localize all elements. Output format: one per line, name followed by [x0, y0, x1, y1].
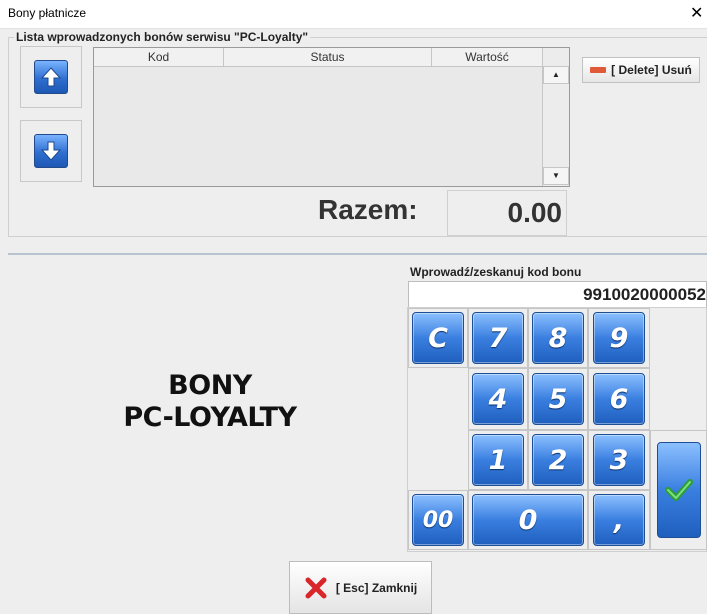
key-6[interactable]: 6 — [593, 373, 645, 425]
column-header-status[interactable]: Status — [224, 48, 432, 66]
minus-icon — [590, 67, 607, 73]
move-down-button[interactable] — [34, 134, 68, 168]
move-up-button[interactable] — [34, 60, 68, 94]
close-dialog-button[interactable]: [ Esc] Zamknij — [289, 561, 432, 614]
brand-line-1: BONY — [168, 370, 252, 401]
voucher-table[interactable]: Kod Status Wartość ▲ ▼ — [93, 47, 570, 187]
code-input-legend: Wprowadź/zeskanuj kod bonu — [410, 265, 582, 279]
key-3[interactable]: 3 — [593, 434, 645, 486]
move-down-cell — [20, 120, 82, 182]
brand-logo-text: BONY PC-LOYALTY — [80, 370, 340, 434]
total-label: Razem: — [318, 194, 418, 225]
brand-line-2: PC-LOYALTY — [123, 402, 297, 433]
key-1[interactable]: 1 — [472, 434, 524, 486]
red-x-icon — [305, 577, 327, 598]
move-up-cell — [20, 46, 82, 108]
key-comma[interactable]: , — [593, 494, 645, 546]
column-header-kod[interactable]: Kod — [94, 48, 224, 66]
window-titlebar — [0, 0, 707, 29]
confirm-button[interactable] — [657, 442, 701, 538]
voucher-list-legend: Lista wprowadzonych bonów serwisu "PC-Lo… — [14, 30, 311, 44]
key-7[interactable]: 7 — [472, 312, 524, 364]
window-close-button[interactable]: ✕ — [690, 3, 703, 23]
arrow-up-icon — [40, 67, 62, 87]
table-header: Kod Status Wartość — [94, 48, 542, 67]
key-0[interactable]: 0 — [472, 494, 584, 546]
key-clear[interactable]: C — [412, 312, 464, 364]
checkmark-icon — [665, 479, 693, 501]
scroll-up-button[interactable]: ▲ — [543, 66, 569, 84]
close-dialog-label: [ Esc] Zamknij — [335, 580, 418, 595]
arrow-down-icon — [40, 141, 62, 161]
column-header-wartosc[interactable]: Wartość — [432, 48, 542, 66]
key-8[interactable]: 8 — [532, 312, 584, 364]
scroll-down-button[interactable]: ▼ — [543, 167, 569, 185]
voucher-code-input[interactable]: 9910020000052 — [408, 281, 707, 308]
section-divider — [8, 253, 707, 255]
delete-button-label: [ Delete] Usuń — [611, 63, 692, 77]
key-9[interactable]: 9 — [593, 312, 645, 364]
table-vertical-scrollbar[interactable]: ▲ ▼ — [542, 48, 569, 186]
key-2[interactable]: 2 — [532, 434, 584, 486]
window-title: Bony płatnicze — [8, 6, 87, 20]
delete-button[interactable]: [ Delete] Usuń — [582, 57, 700, 83]
key-4[interactable]: 4 — [472, 373, 524, 425]
total-value: 0.00 — [447, 190, 567, 236]
key-00[interactable]: 00 — [412, 494, 464, 546]
key-5[interactable]: 5 — [532, 373, 584, 425]
